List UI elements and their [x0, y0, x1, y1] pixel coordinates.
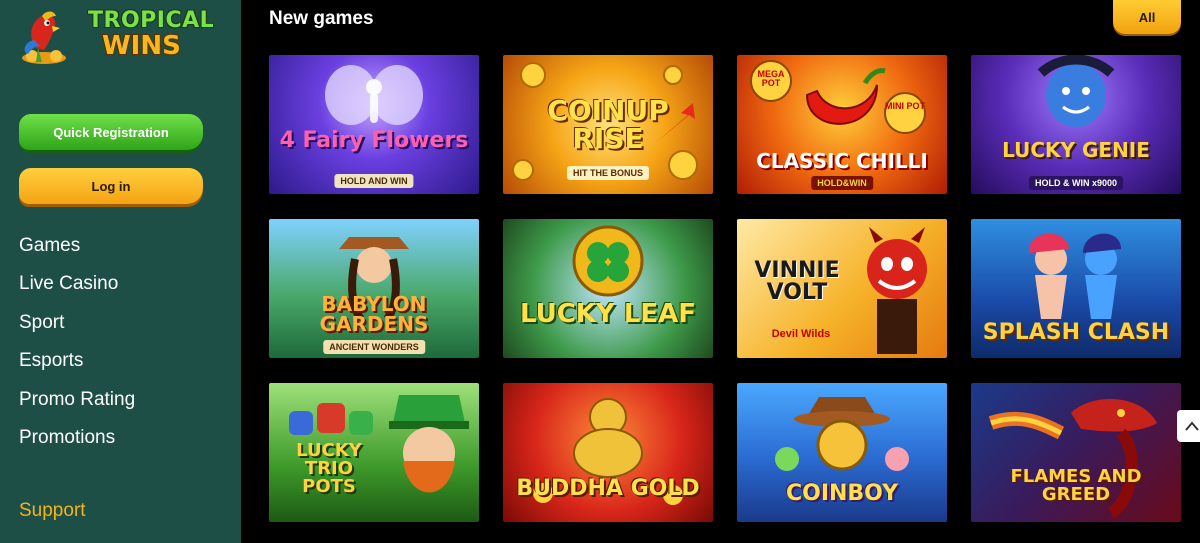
brand-logo[interactable]: TROPICAL WINS — [18, 6, 218, 68]
game-subtitle: HOLD & WIN x9000 — [1028, 176, 1124, 190]
genie-icon — [1037, 55, 1115, 127]
game-tile-vinnie-volt[interactable]: VINNIE VOLT Devil Wilds — [737, 219, 947, 358]
game-tile-buddha-gold[interactable]: BUDDHA GOLD — [503, 383, 713, 522]
game-title: LUCKY GENIE — [1002, 137, 1150, 162]
game-tile-coinup-rise[interactable]: COINUP RISE HIT THE BONUS — [503, 55, 713, 194]
game-title: COINBOY — [785, 481, 899, 507]
game-subtitle: ANCIENT WONDERS — [323, 340, 425, 354]
mega-pot-badge: MEGA POT — [757, 69, 785, 88]
game-tile-4-fairy-flowers[interactable]: 4 Fairy Flowers HOLD AND WIN — [269, 55, 479, 194]
game-title: LUCKY LEAF — [519, 298, 697, 329]
nav-item-promo-rating[interactable]: Promo Rating — [19, 389, 135, 427]
section-title: New games — [269, 8, 374, 29]
nav-item-games[interactable]: Games — [19, 235, 135, 273]
game-subtitle: HOLD&WIN — [811, 176, 873, 190]
game-tile-flames-and-greed[interactable]: FLAMES AND GREED — [971, 383, 1181, 522]
game-tile-lucky-leaf[interactable]: LUCKY LEAF — [503, 219, 713, 358]
game-title: BUDDHA GOLD — [516, 475, 700, 501]
game-subtitle: Devil Wilds — [771, 328, 831, 340]
support-link[interactable]: Support — [19, 500, 86, 522]
nav-item-esports[interactable]: Esports — [19, 350, 135, 388]
game-thumbnail — [971, 55, 1181, 194]
game-title: CLASSIC CHILLI — [756, 148, 928, 173]
buddha-icon — [533, 398, 683, 505]
sidebar: TROPICAL WINS Quick Registration Log in … — [0, 0, 241, 543]
nav-item-promotions[interactable]: Promotions — [19, 427, 135, 465]
clover-icon — [572, 225, 644, 297]
nav-item-sport[interactable]: Sport — [19, 312, 135, 350]
game-title: 4 Fairy Flowers — [279, 128, 469, 154]
game-title: VINNIE VOLT — [754, 257, 840, 305]
chevron-up-icon — [1185, 421, 1199, 431]
game-thumbnail — [503, 219, 713, 358]
game-title: COINUP RISE — [547, 93, 669, 155]
game-tile-coinboy[interactable]: COINBOY — [737, 383, 947, 522]
parrot-icon — [22, 11, 66, 64]
games-grid: 4 Fairy Flowers HOLD AND WIN COINUP RISE… — [269, 55, 1181, 522]
game-title: LUCKY TRIO POTS — [296, 440, 362, 498]
game-tile-splash-clash[interactable]: SPLASH CLASH — [971, 219, 1181, 358]
all-games-button[interactable]: All — [1113, 0, 1181, 34]
game-thumbnail — [269, 219, 479, 358]
game-title: SPLASH CLASH — [982, 319, 1170, 345]
game-tile-babylon-gardens[interactable]: BABYLON GARDENS ANCIENT WONDERS — [269, 219, 479, 358]
brand-line2: WINS — [102, 31, 181, 61]
game-subtitle: HOLD AND WIN — [334, 174, 414, 188]
explorer-icon — [339, 237, 409, 322]
login-button[interactable]: Log in — [19, 168, 203, 204]
mini-pot-badge: MINI POT — [885, 101, 925, 111]
game-tile-lucky-trio-pots[interactable]: LUCKY TRIO POTS — [269, 383, 479, 522]
game-thumbnail — [503, 383, 713, 522]
nav-item-live-casino[interactable]: Live Casino — [19, 273, 135, 311]
game-title: FLAMES AND GREED — [1010, 465, 1142, 505]
game-tile-classic-chilli[interactable]: MEGA POT MINI POT CLASSIC CHILLI HOLD&WI… — [737, 55, 947, 194]
brand-line1: TROPICAL — [88, 8, 215, 33]
game-title: BABYLON GARDENS — [319, 291, 429, 336]
game-tile-lucky-genie[interactable]: LUCKY GENIE HOLD & WIN x9000 — [971, 55, 1181, 194]
scroll-to-top-button[interactable] — [1177, 410, 1200, 442]
game-subtitle: HIT THE BONUS — [566, 166, 650, 180]
sidebar-nav: Games Live Casino Sport Esports Promo Ra… — [19, 235, 135, 465]
quick-registration-button[interactable]: Quick Registration — [19, 114, 203, 150]
